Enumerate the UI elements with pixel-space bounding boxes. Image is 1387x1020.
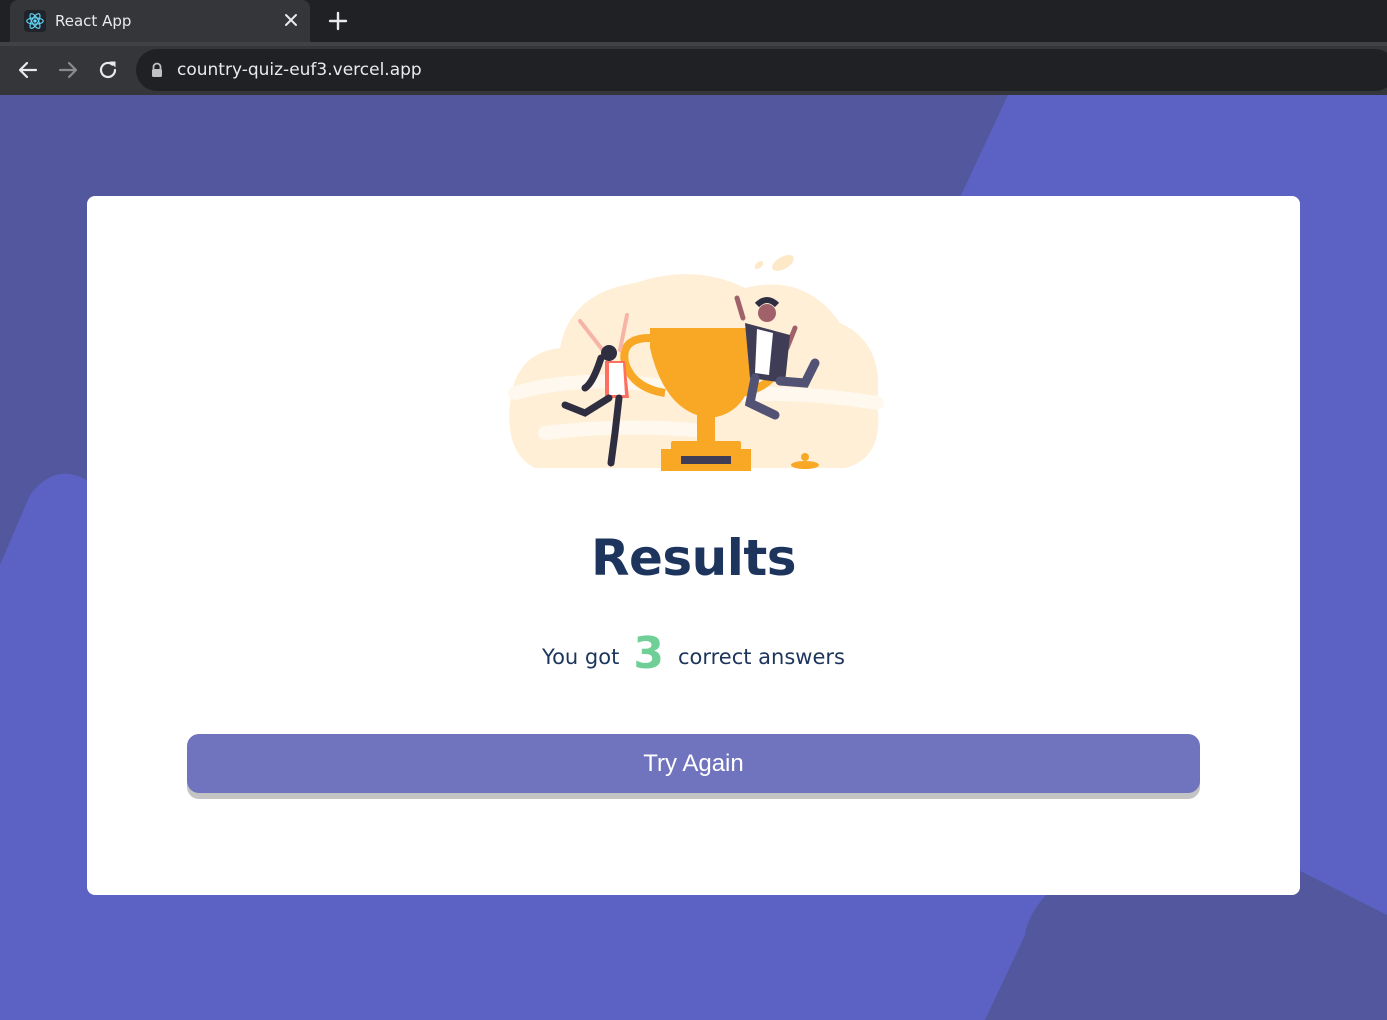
plus-icon[interactable] <box>326 9 350 33</box>
results-title: Results <box>590 529 797 587</box>
reload-icon[interactable] <box>96 58 120 82</box>
close-icon[interactable] <box>280 9 302 31</box>
browser-toolbar: country-quiz-euf3.vercel.app <box>0 42 1387 95</box>
url-text[interactable]: country-quiz-euf3.vercel.app <box>177 60 422 80</box>
lock-icon[interactable] <box>150 62 164 78</box>
try-again-button[interactable]: Try Again <box>187 734 1200 793</box>
react-logo-icon <box>24 10 46 32</box>
score-suffix: correct answers <box>677 645 845 669</box>
browser-tab[interactable]: React App <box>10 0 310 42</box>
page-viewport: Results You got 3 correct answers Try Agai… <box>0 95 1387 1020</box>
address-bar[interactable]: country-quiz-euf3.vercel.app <box>136 49 1387 91</box>
browser-tab-strip: React App <box>0 0 1387 42</box>
trophy-celebration-illustration <box>508 255 884 471</box>
tab-title: React App <box>55 12 132 30</box>
arrow-left-icon[interactable] <box>16 58 40 82</box>
score-prefix: You got <box>542 645 620 669</box>
arrow-right-icon[interactable] <box>56 58 80 82</box>
results-card: Results You got 3 correct answers Try Agai… <box>87 196 1300 895</box>
score-value: 3 <box>633 628 664 679</box>
score-summary: You got 3 correct answers <box>87 628 1300 679</box>
